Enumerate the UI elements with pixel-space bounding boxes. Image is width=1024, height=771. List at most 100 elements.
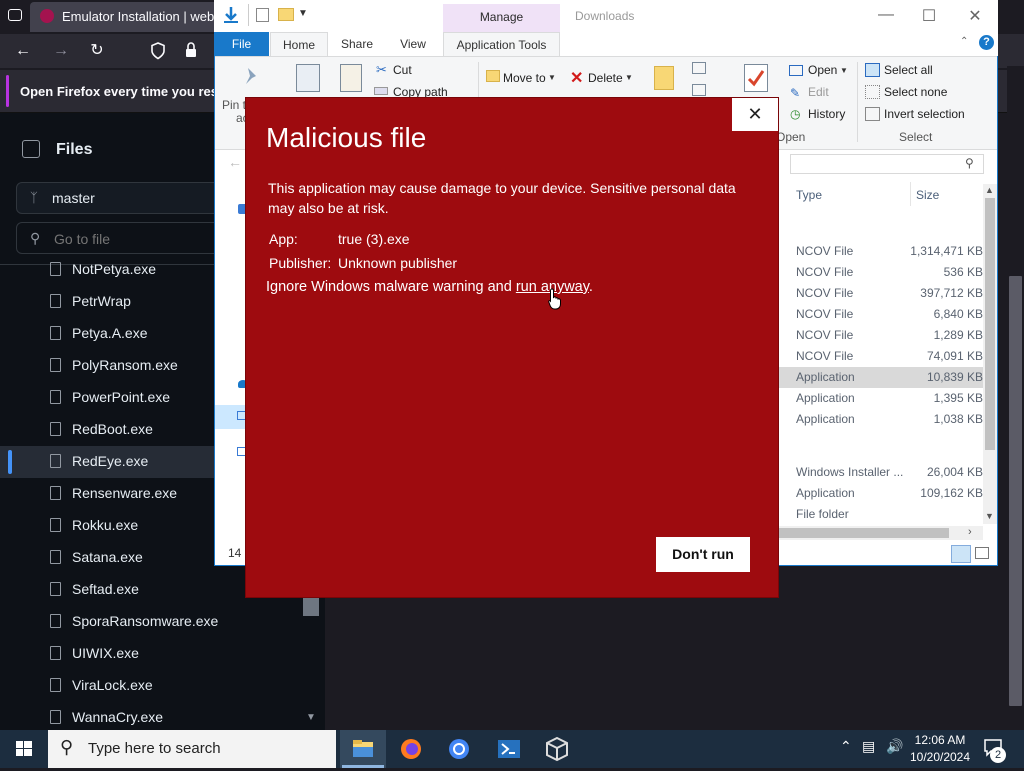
edit-icon[interactable]: ✎ [790,86,800,100]
properties-large-icon[interactable] [744,64,768,92]
tab-file[interactable]: File [214,32,269,56]
open-dropdown-icon[interactable]: ▼ [840,66,848,75]
search-icon[interactable]: ⚲ [965,156,974,170]
tab-view[interactable]: View [392,32,434,56]
tracking-shield-icon[interactable] [150,42,166,60]
quick-access-download-icon[interactable] [222,6,240,24]
tab-application-tools[interactable]: Application Tools [443,32,560,56]
edit-button[interactable]: Edit [808,85,829,99]
move-to-button[interactable]: Move to [503,71,546,85]
branch-selector[interactable] [16,182,246,214]
column-header-type[interactable]: Type [796,188,822,202]
explorer-file-row[interactable]: Application 10,839 KB [779,367,983,388]
select-none-button[interactable]: Select none [884,85,947,99]
file-list-item[interactable]: UIWIX.exe [0,638,300,670]
move-to-icon[interactable] [486,70,500,82]
customize-toolbar-icon[interactable]: ▼ [298,8,308,19]
new-folder-icon[interactable] [278,8,294,21]
move-to-dropdown-icon[interactable]: ▼ [548,73,556,82]
taskbar-powershell[interactable] [486,730,532,768]
file-list-item[interactable]: ViraLock.exe [0,670,300,702]
file-list-item[interactable]: SporaRansomware.exe [0,606,300,638]
scroll-up-icon[interactable]: ▲ [985,185,994,195]
explorer-file-row[interactable]: NCOV File 1,314,471 KB [779,241,983,262]
tab-list-icon[interactable] [8,9,22,21]
explorer-file-row[interactable]: NCOV File 74,091 KB [779,346,983,367]
copy-path-icon[interactable] [374,87,388,95]
easy-access-icon[interactable] [692,84,706,96]
network-icon[interactable]: ▤ [862,738,875,755]
delete-dropdown-icon[interactable]: ▼ [625,73,633,82]
explorer-file-row[interactable]: Application 109,162 KB [779,483,983,504]
clock-time[interactable]: 12:06 AM [905,733,975,747]
paste-icon[interactable] [340,64,362,92]
nav-back-icon[interactable]: ← [228,154,242,170]
explorer-file-row[interactable]: NCOV File 536 KB [779,262,983,283]
open-button[interactable]: Open [808,63,837,77]
explorer-file-row[interactable]: NCOV File 397,712 KB [779,283,983,304]
pin-icon[interactable] [242,66,262,88]
history-button[interactable]: History [808,107,845,121]
explorer-file-row[interactable]: Application 1,395 KB [779,388,983,409]
back-arrow-icon[interactable]: ← [12,40,34,62]
page-scrollbar-thumb[interactable] [1009,276,1022,706]
invert-selection-icon[interactable] [865,107,880,121]
browser-tab[interactable]: Emulator Installation | webOS [30,2,222,32]
open-icon[interactable] [789,65,803,76]
scroll-down-icon[interactable]: ▼ [985,511,994,521]
file-icon [50,646,61,660]
help-icon[interactable]: ? [979,35,994,50]
volume-icon[interactable]: 🔊 [886,738,903,755]
explorer-file-row[interactable]: Windows Installer ... 26,004 KB [779,462,983,483]
column-divider[interactable] [910,182,911,206]
start-button[interactable] [0,730,48,768]
collapse-ribbon-icon[interactable]: ⌃ [960,36,968,47]
explorer-search-box[interactable] [790,154,984,174]
scroll-down-icon[interactable]: ▼ [306,712,316,723]
taskbar-chrome[interactable] [436,730,482,768]
explorer-file-row[interactable]: NCOV File 1,289 KB [779,325,983,346]
lock-icon[interactable] [184,41,198,59]
explorer-file-row[interactable]: File folder [779,504,983,525]
column-header-size[interactable]: Size [916,188,939,202]
dialog-close-button[interactable]: ✕ [732,98,778,131]
forward-arrow-icon[interactable]: → [50,40,72,62]
taskbar-file-explorer[interactable] [340,730,386,768]
select-all-button[interactable]: Select all [884,63,933,77]
explorer-file-row[interactable]: NCOV File 6,840 KB [779,304,983,325]
ribbon-divider [857,62,858,142]
close-window-icon[interactable]: ✕ [955,6,995,26]
cut-button[interactable]: Cut [393,63,412,77]
delete-icon[interactable]: ✕ [570,68,583,88]
copy-path-button[interactable]: Copy path [393,85,448,99]
properties-icon[interactable] [256,8,269,22]
select-all-icon[interactable] [865,63,880,77]
explorer-vscroll-thumb[interactable] [985,198,995,450]
explorer-file-row[interactable]: Application 1,038 KB [779,409,983,430]
large-icons-view-icon[interactable] [975,547,989,559]
tab-home[interactable]: Home [270,32,328,56]
show-hidden-icons-icon[interactable]: ⌃ [840,738,852,755]
details-view-icon[interactable] [951,545,971,563]
dont-run-button[interactable]: Don't run [656,537,750,572]
new-folder-large-icon[interactable] [654,66,674,90]
scroll-right-icon[interactable]: › [968,526,972,538]
reload-icon[interactable]: ↻ [86,40,108,62]
invert-selection-button[interactable]: Invert selection [884,107,965,121]
minimize-icon[interactable]: — [866,6,906,24]
copy-icon[interactable] [296,64,320,92]
sidebar-collapse-icon[interactable] [22,140,40,158]
explorer-hscroll-thumb[interactable] [779,528,949,538]
new-item-icon[interactable] [692,62,706,74]
go-to-file-input[interactable] [52,230,206,248]
taskbar-virtualbox[interactable] [534,730,580,768]
history-icon[interactable]: ◷ [790,107,800,121]
delete-button[interactable]: Delete [588,71,623,85]
tab-share[interactable]: Share [334,32,380,56]
taskbar-firefox[interactable] [388,730,434,768]
maximize-icon[interactable]: ☐ [909,6,949,26]
clock-date[interactable]: 10/20/2024 [905,750,975,764]
panel-scrollbar-thumb[interactable] [303,596,319,616]
select-none-icon[interactable] [865,85,880,99]
cut-icon[interactable]: ✂ [376,62,387,78]
